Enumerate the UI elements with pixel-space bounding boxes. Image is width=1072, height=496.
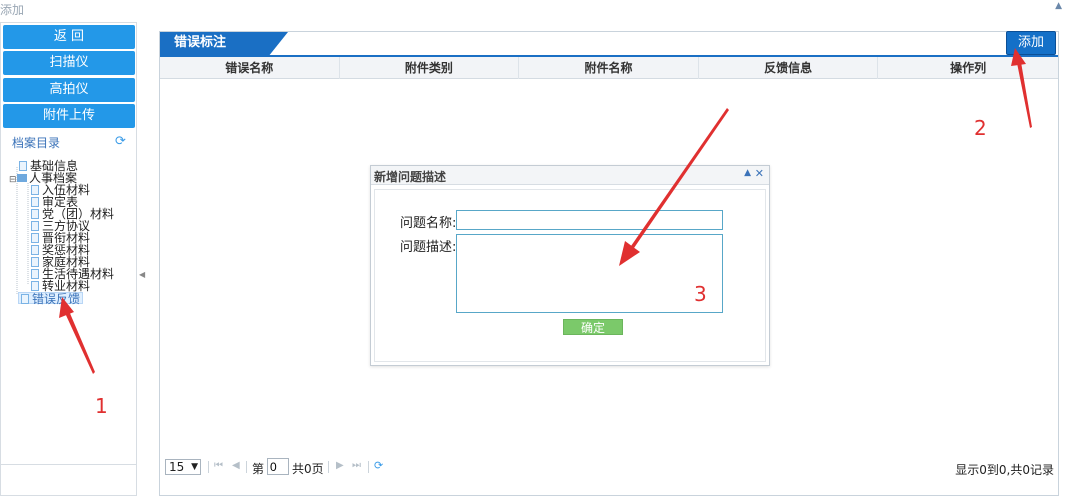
column-header-feedback[interactable]: 反馈信息: [699, 57, 879, 79]
last-page-icon[interactable]: ⏭: [352, 460, 361, 471]
tree-item-transfer[interactable]: 转业材料: [31, 280, 90, 292]
file-icon: [31, 197, 39, 207]
next-page-icon[interactable]: ▶: [336, 460, 344, 471]
table-header: 错误名称 附件类别 附件名称 反馈信息 操作列: [160, 57, 1058, 79]
splitter-arrow-icon[interactable]: ◀: [139, 270, 145, 279]
back-button[interactable]: 返 回: [3, 25, 135, 49]
add-issue-dialog: 新增问题描述 ▲ ✕ 问题名称: 问题描述: 确定: [370, 165, 770, 366]
collapse-toggle-icon[interactable]: ⊟: [9, 174, 17, 186]
total-pages: 共0页: [292, 462, 324, 476]
file-icon: [31, 221, 39, 231]
divider: [368, 461, 369, 473]
folder-icon: [17, 174, 27, 182]
file-icon: [31, 281, 39, 291]
add-button[interactable]: 添加: [1006, 31, 1056, 55]
first-page-icon[interactable]: ⏮: [214, 460, 223, 471]
document-camera-button[interactable]: 高拍仪: [3, 78, 135, 102]
divider: [1, 464, 136, 465]
close-icon[interactable]: ✕: [755, 167, 764, 180]
scanner-button[interactable]: 扫描仪: [3, 51, 135, 75]
file-icon: [21, 294, 29, 304]
refresh-icon[interactable]: ⟳: [374, 459, 383, 472]
annotation-number-1: 1: [95, 394, 108, 418]
main-panel: 错误标注 添加 错误名称 附件类别 附件名称 反馈信息 操作列 新增问题描述 ▲…: [159, 31, 1059, 496]
column-header-actions[interactable]: 操作列: [878, 57, 1058, 79]
file-icon: [31, 245, 39, 255]
refresh-icon[interactable]: ⟳: [115, 134, 126, 149]
dialog-title: 新增问题描述: [374, 170, 447, 184]
window-titlebar: 添加 ▲: [0, 0, 1072, 20]
divider: [246, 461, 247, 473]
page-prefix: 第: [252, 462, 265, 476]
dropdown-arrow-icon: ▼: [191, 462, 198, 472]
divider: [208, 461, 209, 473]
file-icon: [31, 257, 39, 267]
tree-item-label: 转业材料: [42, 279, 91, 293]
confirm-button[interactable]: 确定: [563, 319, 623, 335]
page-size-value: 15: [169, 460, 185, 474]
file-icon: [31, 185, 39, 195]
file-icon: [31, 269, 39, 279]
issue-description-label: 问题描述:: [400, 240, 457, 255]
issue-name-input[interactable]: [456, 210, 723, 230]
pagination-bar: 15 ▼ ⏮ ◀ 第 共0页 ▶ ⏭ ⟳ 显示0到0,共0记录: [160, 458, 1058, 480]
window-title: 添加: [0, 3, 25, 17]
column-header-attachment-type[interactable]: 附件类别: [340, 57, 520, 79]
divider: [328, 461, 329, 473]
file-icon: [31, 209, 39, 219]
tree-item-label: 错误反馈: [32, 292, 81, 306]
file-icon: [19, 161, 27, 171]
collapse-icon[interactable]: ▲: [1055, 1, 1062, 11]
issue-description-input[interactable]: [456, 234, 723, 313]
attachment-upload-button[interactable]: 附件上传: [3, 104, 135, 128]
prev-page-icon[interactable]: ◀: [232, 460, 240, 471]
annotation-number-2: 2: [974, 116, 987, 140]
annotation-number-3: 3: [694, 282, 707, 306]
column-header-attachment-name[interactable]: 附件名称: [519, 57, 699, 79]
record-info: 显示0到0,共0记录: [955, 463, 1054, 477]
dialog-header: 新增问题描述 ▲ ✕: [371, 166, 769, 185]
page-number-input[interactable]: [267, 458, 289, 475]
archive-directory-label: 档案目录: [12, 136, 61, 150]
issue-name-label: 问题名称:: [400, 216, 457, 231]
tree-item-error-feedback[interactable]: 错误反馈: [18, 292, 84, 306]
page-size-select[interactable]: 15 ▼: [165, 459, 201, 475]
column-header-error-name[interactable]: 错误名称: [160, 57, 340, 79]
minimize-icon[interactable]: ▲: [744, 168, 751, 178]
panel-title: 错误标注: [160, 32, 288, 56]
left-panel: 返 回 扫描仪 高拍仪 附件上传 档案目录 ⟳ 基础信息 ⊟ 人事档案 入伍材料 …: [0, 22, 137, 496]
file-icon: [31, 233, 39, 243]
